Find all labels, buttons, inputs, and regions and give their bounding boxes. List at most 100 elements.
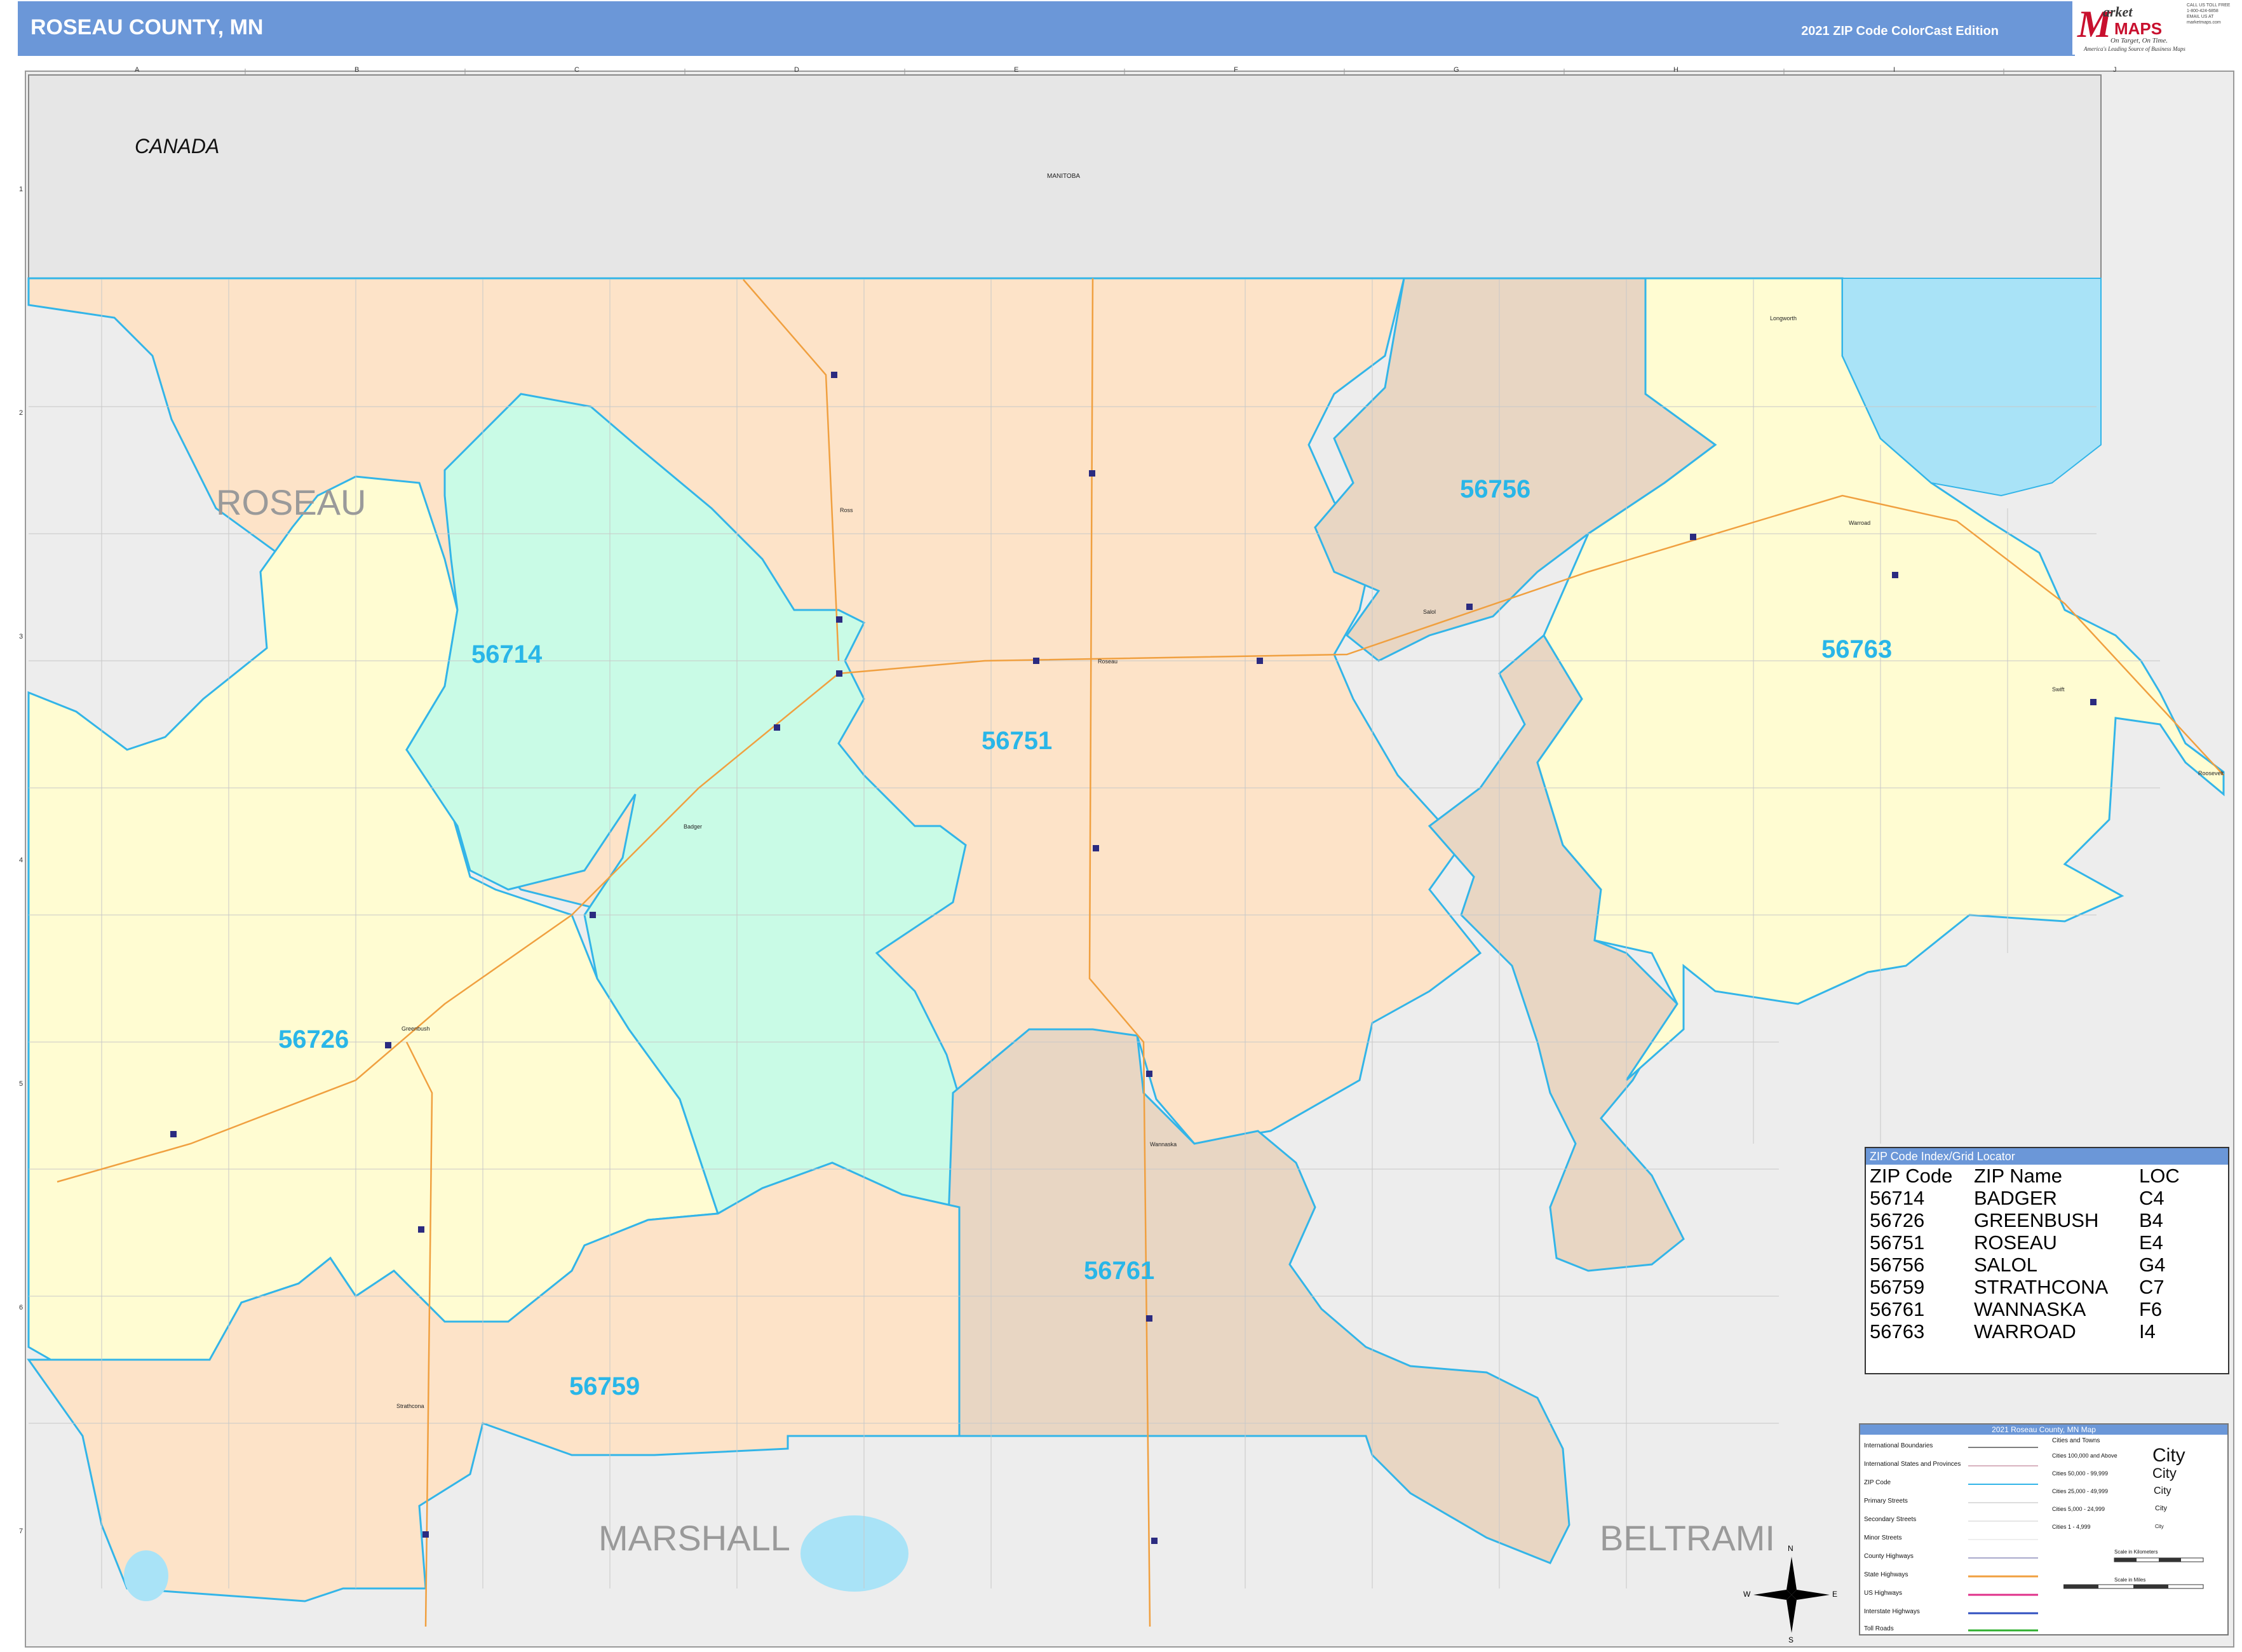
province-label: MANITOBA — [1047, 173, 1081, 180]
city-label-roosevelt: Roosevelt — [2198, 770, 2224, 776]
contact-line-3: EMAIL US AT — [2187, 15, 2214, 19]
city-label-longworth: Longworth — [1770, 315, 1797, 322]
zip-cell: 56763 — [1870, 1320, 1925, 1343]
legend-item: International States and Provinces — [1864, 1461, 1961, 1468]
city-label-roseau: Roseau — [1098, 658, 1118, 665]
city-label-salol: Salol — [1423, 609, 1436, 615]
city-sample: City — [2154, 1486, 2171, 1496]
zip-label-56761: 56761 — [1084, 1257, 1155, 1285]
grid-row-4: 4 — [19, 856, 24, 864]
table-row: 56726 GREENBUSH B4 — [1868, 1209, 2181, 1231]
legend-item: Secondary Streets — [1864, 1516, 1917, 1523]
zip-index-title: ZIP Code Index/Grid Locator — [1866, 1148, 2228, 1165]
legend-swatches — [1968, 1447, 2038, 1632]
loc-cell: B4 — [2139, 1209, 2163, 1231]
grid-row-6: 6 — [19, 1304, 24, 1311]
loc-cell: C4 — [2139, 1187, 2164, 1209]
zip-label-56714: 56714 — [471, 640, 543, 668]
zip-cell: 56726 — [1870, 1209, 1925, 1231]
county-label-marshall: MARSHALL — [598, 1518, 790, 1558]
city-sample: City — [2152, 1445, 2185, 1466]
scale-bars — [2063, 1557, 2204, 1589]
map-canvas[interactable] — [0, 0, 2242, 1652]
zip-index-panel: ZIP Code Index/Grid Locator ZIP Code ZIP… — [1865, 1147, 2229, 1374]
zip-label-56751: 56751 — [982, 727, 1053, 755]
pond-west — [124, 1550, 168, 1601]
city-range: Cities 25,000 - 49,999 — [2052, 1488, 2109, 1494]
grid-row-5: 5 — [19, 1080, 24, 1088]
grid-col-e: E — [1014, 66, 1019, 74]
zip-cell: 56759 — [1870, 1276, 1925, 1298]
zip-index-col-loc: LOC — [2139, 1165, 2180, 1187]
grid-col-i: I — [1893, 66, 1896, 74]
zip-cell: 56761 — [1870, 1298, 1925, 1320]
legend-item: ZIP Code — [1864, 1479, 1891, 1486]
zip-label-56759: 56759 — [569, 1372, 640, 1400]
zip-label-56763: 56763 — [1821, 635, 1893, 663]
grid-col-c: C — [574, 66, 579, 74]
map-legend: 2021 Roseau County, MN Map International… — [1859, 1423, 2229, 1635]
legend-item: State Highways — [1864, 1571, 1908, 1578]
cities-header: Cities and Towns — [2052, 1437, 2100, 1444]
thief-lake — [800, 1515, 908, 1592]
zip-cell: 56714 — [1870, 1187, 1925, 1209]
contact-line-1: CALL US TOLL FREE — [2187, 3, 2231, 8]
table-row: 56756 SALOL G4 — [1868, 1254, 2181, 1276]
city-range: Cities 1 - 4,999 — [2052, 1524, 2091, 1530]
name-cell: GREENBUSH — [1974, 1209, 2099, 1231]
grid-row-2: 2 — [19, 409, 24, 417]
header-bar: ROSEAU COUNTY, MN 2021 ZIP Code ColorCas… — [18, 1, 2075, 56]
zip-index-header-row: ZIP Code ZIP Name LOC — [1868, 1165, 2181, 1187]
legend-item: Toll Roads — [1864, 1625, 1894, 1632]
zip-index-col-zip: ZIP Code — [1870, 1165, 1953, 1187]
logo-tagline-2: America's Leading Source of Business Map… — [2084, 46, 2185, 52]
market-maps-logo[interactable]: M arket MAPS On Target, On Time. America… — [2072, 0, 2187, 55]
grid-col-a: A — [135, 66, 140, 74]
county-label-beltrami: BELTRAMI — [1600, 1518, 1775, 1558]
grid-col-j: J — [2113, 66, 2117, 74]
compass-e: E — [1832, 1590, 1838, 1599]
legend-item: Minor Streets — [1864, 1534, 1902, 1541]
loc-cell: G4 — [2139, 1254, 2166, 1276]
table-row: 56763 WARROAD I4 — [1868, 1320, 2181, 1343]
name-cell: STRATHCONA — [1974, 1276, 2109, 1298]
legend-title: 2021 Roseau County, MN Map — [1860, 1425, 2227, 1435]
zip-index-col-name: ZIP Name — [1974, 1165, 2062, 1187]
name-cell: ROSEAU — [1974, 1231, 2057, 1254]
page-title: ROSEAU COUNTY, MN — [30, 15, 264, 39]
grid-row-7: 7 — [19, 1527, 24, 1535]
loc-cell: F6 — [2139, 1298, 2163, 1320]
city-range: Cities 100,000 and Above — [2052, 1452, 2117, 1459]
grid-row-1: 1 — [19, 186, 24, 193]
city-sample: City — [2152, 1465, 2177, 1481]
grid-col-g: G — [1454, 66, 1459, 74]
contact-info: CALL US TOLL FREE 1-800-424-6858 EMAIL U… — [2187, 3, 2238, 53]
compass-w: W — [1743, 1590, 1751, 1599]
zip-label-56756: 56756 — [1460, 475, 1531, 503]
table-row: 56761 WANNASKA F6 — [1868, 1298, 2181, 1320]
loc-cell: C7 — [2139, 1276, 2164, 1298]
zip-index-table: ZIP Code ZIP Name LOC 56714 BADGER C4 5672… — [1868, 1165, 2181, 1343]
country-label: CANADA — [135, 135, 220, 158]
name-cell: WANNASKA — [1974, 1298, 2086, 1320]
contact-line-2: 1-800-424-6858 — [2187, 9, 2218, 13]
zip-cell: 56756 — [1870, 1254, 1925, 1276]
name-cell: SALOL — [1974, 1254, 2037, 1276]
grid-row-3: 3 — [19, 633, 24, 640]
scale-km-label: Scale in Kilometers — [2114, 1549, 2158, 1555]
city-sample: City — [2155, 1505, 2167, 1512]
city-label-greenbush: Greenbush — [402, 1026, 430, 1032]
zip-cell: 56751 — [1870, 1231, 1925, 1254]
legend-item: Interstate Highways — [1864, 1608, 1920, 1615]
logo-tagline: On Target, On Time. — [2110, 37, 2168, 44]
loc-cell: E4 — [2139, 1231, 2163, 1254]
legend-item: County Highways — [1864, 1553, 1914, 1560]
table-row: 56751 ROSEAU E4 — [1868, 1231, 2181, 1254]
county-label-roseau: ROSEAU — [216, 482, 367, 522]
legend-item: US Highways — [1864, 1590, 1903, 1597]
legend-item: International Boundaries — [1864, 1442, 1933, 1449]
grid-col-d: D — [794, 66, 799, 74]
compass-n: N — [1788, 1544, 1793, 1553]
loc-cell: I4 — [2139, 1320, 2156, 1343]
city-range: Cities 5,000 - 24,999 — [2052, 1506, 2105, 1512]
